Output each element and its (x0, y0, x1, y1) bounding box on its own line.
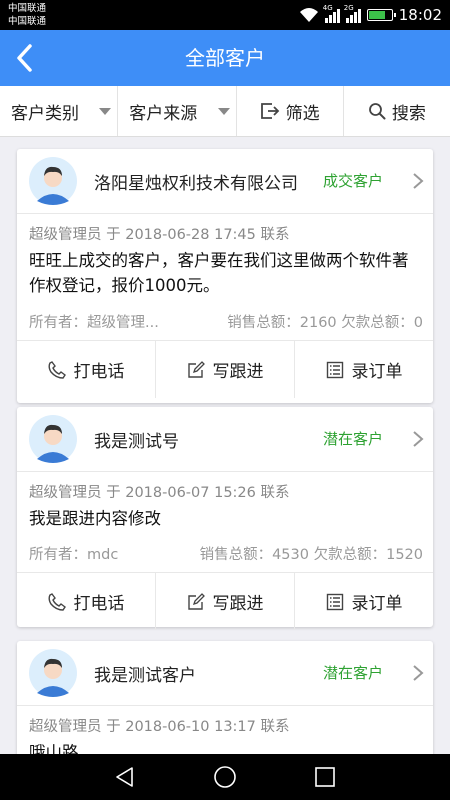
title-bar: 全部客户 (0, 30, 450, 86)
page-title: 全部客户 (185, 46, 265, 70)
record-order-button[interactable]: 录订单 (295, 341, 433, 398)
search-icon (368, 103, 386, 120)
avatar-icon (29, 157, 77, 205)
sales-text: 销售总额：4530 欠款总额：1520 (199, 547, 423, 563)
customer-source-label: 客户来源 (129, 103, 198, 124)
avatar-icon (29, 649, 77, 697)
phone-icon (48, 592, 66, 611)
customer-card[interactable]: 我是测试客户 潜在客户 超级管理员 于 2018-06-10 13:17 联系 … (17, 641, 433, 754)
status-badge: 成交客户 (322, 172, 383, 190)
status-bar: 中国联通 中国联通 4G 2G 18:02 (0, 0, 450, 30)
followup-content: 旺旺上成交的客户，客户要在我们这里做两个软件著作权登记，报价1000元。 (29, 251, 409, 295)
sales-text: 销售总额：2160 欠款总额：0 (227, 315, 423, 331)
order-label: 录订单 (351, 594, 403, 614)
status-badge: 潜在客户 (322, 430, 383, 448)
filter-bar: 客户类别 客户来源 筛选 搜索 (0, 86, 450, 137)
recents-nav-icon[interactable] (313, 765, 337, 789)
list-icon (326, 593, 343, 610)
home-nav-icon[interactable] (213, 765, 237, 789)
write-followup-button[interactable]: 写跟进 (156, 341, 295, 398)
carrier-info: 中国联通 中国联通 (8, 2, 46, 28)
order-label: 录订单 (351, 362, 403, 382)
followup-label: 写跟进 (212, 362, 264, 382)
battery-icon (366, 9, 396, 21)
signal-icon-sim1: 4G (323, 4, 340, 23)
chevron-right-icon[interactable] (411, 663, 425, 683)
wifi-icon (299, 8, 318, 22)
customer-category-dropdown[interactable]: 客户类别 (0, 86, 119, 136)
filter-export-icon (260, 103, 279, 119)
call-button[interactable]: 打电话 (17, 341, 156, 398)
phone-icon (48, 360, 66, 379)
search-label: 搜索 (391, 103, 426, 124)
contact-meta: 超级管理员 于 2018-06-28 17:45 联系 (29, 227, 290, 243)
edit-icon (187, 592, 205, 610)
customer-card[interactable]: 我是测试号 潜在客户 超级管理员 于 2018-06-07 15:26 联系 我… (17, 407, 433, 630)
avatar-icon (29, 415, 77, 463)
dropdown-arrow-icon (99, 108, 112, 115)
call-label: 打电话 (73, 594, 125, 614)
customer-card-header[interactable]: 洛阳星烛权利技术有限公司 成交客户 (17, 149, 433, 214)
call-label: 打电话 (73, 362, 125, 382)
customer-name: 我是测试号 (94, 432, 179, 452)
customer-card-header[interactable]: 我是测试客户 潜在客户 (17, 641, 433, 706)
record-order-button[interactable]: 录订单 (295, 573, 433, 630)
contact-meta: 超级管理员 于 2018-06-07 15:26 联系 (29, 485, 290, 501)
call-button[interactable]: 打电话 (17, 573, 156, 630)
customer-list[interactable]: 洛阳星烛权利技术有限公司 成交客户 超级管理员 于 2018-06-28 17:… (0, 137, 450, 754)
chevron-right-icon[interactable] (411, 429, 425, 449)
back-nav-icon[interactable] (113, 765, 137, 789)
customer-source-dropdown[interactable]: 客户来源 (118, 86, 237, 136)
followup-content: 我是跟进内容修改 (29, 509, 161, 528)
customer-stats: 所有者：mdc 销售总额：4530 欠款总额：1520 (17, 532, 433, 572)
filter-label: 筛选 (285, 103, 320, 124)
contact-meta: 超级管理员 于 2018-06-10 13:17 联系 (29, 719, 290, 735)
owner-text: 所有者：mdc (29, 547, 119, 563)
system-nav-bar (0, 754, 450, 800)
search-button[interactable]: 搜索 (344, 86, 450, 136)
followup-content: 哦山路 (29, 743, 79, 754)
customer-stats: 所有者：超级管理... 销售总额：2160 欠款总额：0 (17, 300, 433, 340)
edit-icon (187, 360, 205, 378)
list-icon (326, 361, 343, 378)
carrier-2: 中国联通 (8, 16, 47, 27)
customer-name: 洛阳星烛权利技术有限公司 (94, 174, 298, 194)
customer-card[interactable]: 洛阳星烛权利技术有限公司 成交客户 超级管理员 于 2018-06-28 17:… (17, 149, 433, 403)
customer-category-label: 客户类别 (11, 103, 79, 124)
customer-name: 我是测试客户 (94, 666, 196, 686)
customer-card-header[interactable]: 我是测试号 潜在客户 (17, 407, 433, 472)
status-badge: 潜在客户 (322, 664, 383, 682)
dropdown-arrow-icon (217, 108, 230, 115)
carrier-1: 中国联通 (8, 3, 47, 14)
owner-text: 所有者：超级管理... (29, 315, 159, 331)
action-bar: 打电话 写跟进 录订单 (17, 340, 433, 398)
write-followup-button[interactable]: 写跟进 (156, 573, 295, 630)
signal-icon-sim2: 2G (344, 4, 361, 23)
action-bar: 打电话 写跟进 录订单 (17, 572, 433, 630)
followup-label: 写跟进 (212, 594, 264, 614)
clock: 18:02 (398, 6, 442, 24)
filter-button[interactable]: 筛选 (237, 86, 344, 136)
chevron-right-icon[interactable] (411, 171, 425, 191)
